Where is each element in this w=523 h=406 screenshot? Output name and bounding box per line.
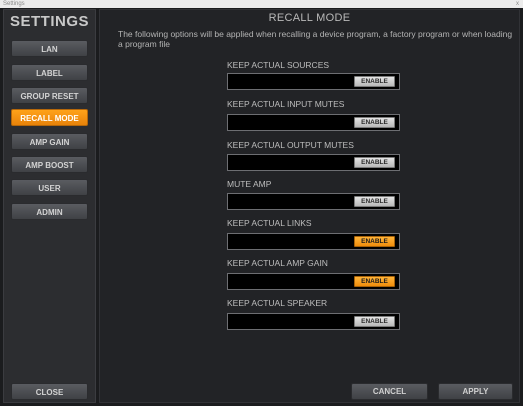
option-row-mute-amp: ENABLE [227,193,400,210]
option-label-keep-actual-speaker: KEEP ACTUAL SPEAKER [227,298,328,308]
enable-button-keep-actual-output-mutes[interactable]: ENABLE [354,157,395,168]
option-row-keep-actual-amp-gain: ENABLE [227,273,400,290]
sidebar-item-admin[interactable]: ADMIN [11,203,88,220]
sidebar-item-lan[interactable]: LAN [11,40,88,57]
enable-button-keep-actual-speaker[interactable]: ENABLE [354,316,395,327]
sidebar-item-amp-boost[interactable]: AMP BOOST [11,156,88,173]
apply-button[interactable]: APPLY [438,383,513,400]
option-label-keep-actual-input-mutes: KEEP ACTUAL INPUT MUTES [227,99,345,109]
option-row-keep-actual-links: ENABLE [227,233,400,250]
option-row-keep-actual-speaker: ENABLE [227,313,400,330]
recall-mode-panel: RECALL MODE The following options will b… [99,9,520,403]
option-label-keep-actual-links: KEEP ACTUAL LINKS [227,218,312,228]
enable-button-keep-actual-amp-gain[interactable]: ENABLE [354,276,395,287]
window-title: Settings [3,1,25,7]
sidebar-title: SETTINGS [9,13,89,30]
option-label-keep-actual-sources: KEEP ACTUAL SOURCES [227,60,330,70]
sidebar-item-recall-mode[interactable]: RECALL MODE [11,109,88,126]
sidebar-item-label[interactable]: LABEL [11,64,88,81]
option-row-keep-actual-output-mutes: ENABLE [227,154,400,171]
option-label-keep-actual-amp-gain: KEEP ACTUAL AMP GAIN [227,258,328,268]
sidebar-item-group-reset[interactable]: GROUP RESET [11,87,88,104]
option-row-keep-actual-input-mutes: ENABLE [227,114,400,131]
enable-button-keep-actual-links[interactable]: ENABLE [354,236,395,247]
close-icon[interactable]: x [516,0,519,8]
close-button[interactable]: CLOSE [11,383,88,400]
option-label-keep-actual-output-mutes: KEEP ACTUAL OUTPUT MUTES [227,140,354,150]
option-label-mute-amp: MUTE AMP [227,179,272,189]
enable-button-keep-actual-sources[interactable]: ENABLE [354,76,395,87]
recall-mode-description: The following options will be applied wh… [118,29,513,49]
window-titlebar: Settings x [0,0,523,8]
enable-button-mute-amp[interactable]: ENABLE [354,196,395,207]
settings-sidebar: SETTINGS LAN LABEL GROUP RESET RECALL MO… [3,9,96,403]
sidebar-item-amp-gain[interactable]: AMP GAIN [11,133,88,150]
cancel-button[interactable]: CANCEL [351,383,428,400]
enable-button-keep-actual-input-mutes[interactable]: ENABLE [354,117,395,128]
sidebar-item-user[interactable]: USER [11,179,88,196]
option-row-keep-actual-sources: ENABLE [227,73,400,90]
page-title: RECALL MODE [268,12,351,24]
